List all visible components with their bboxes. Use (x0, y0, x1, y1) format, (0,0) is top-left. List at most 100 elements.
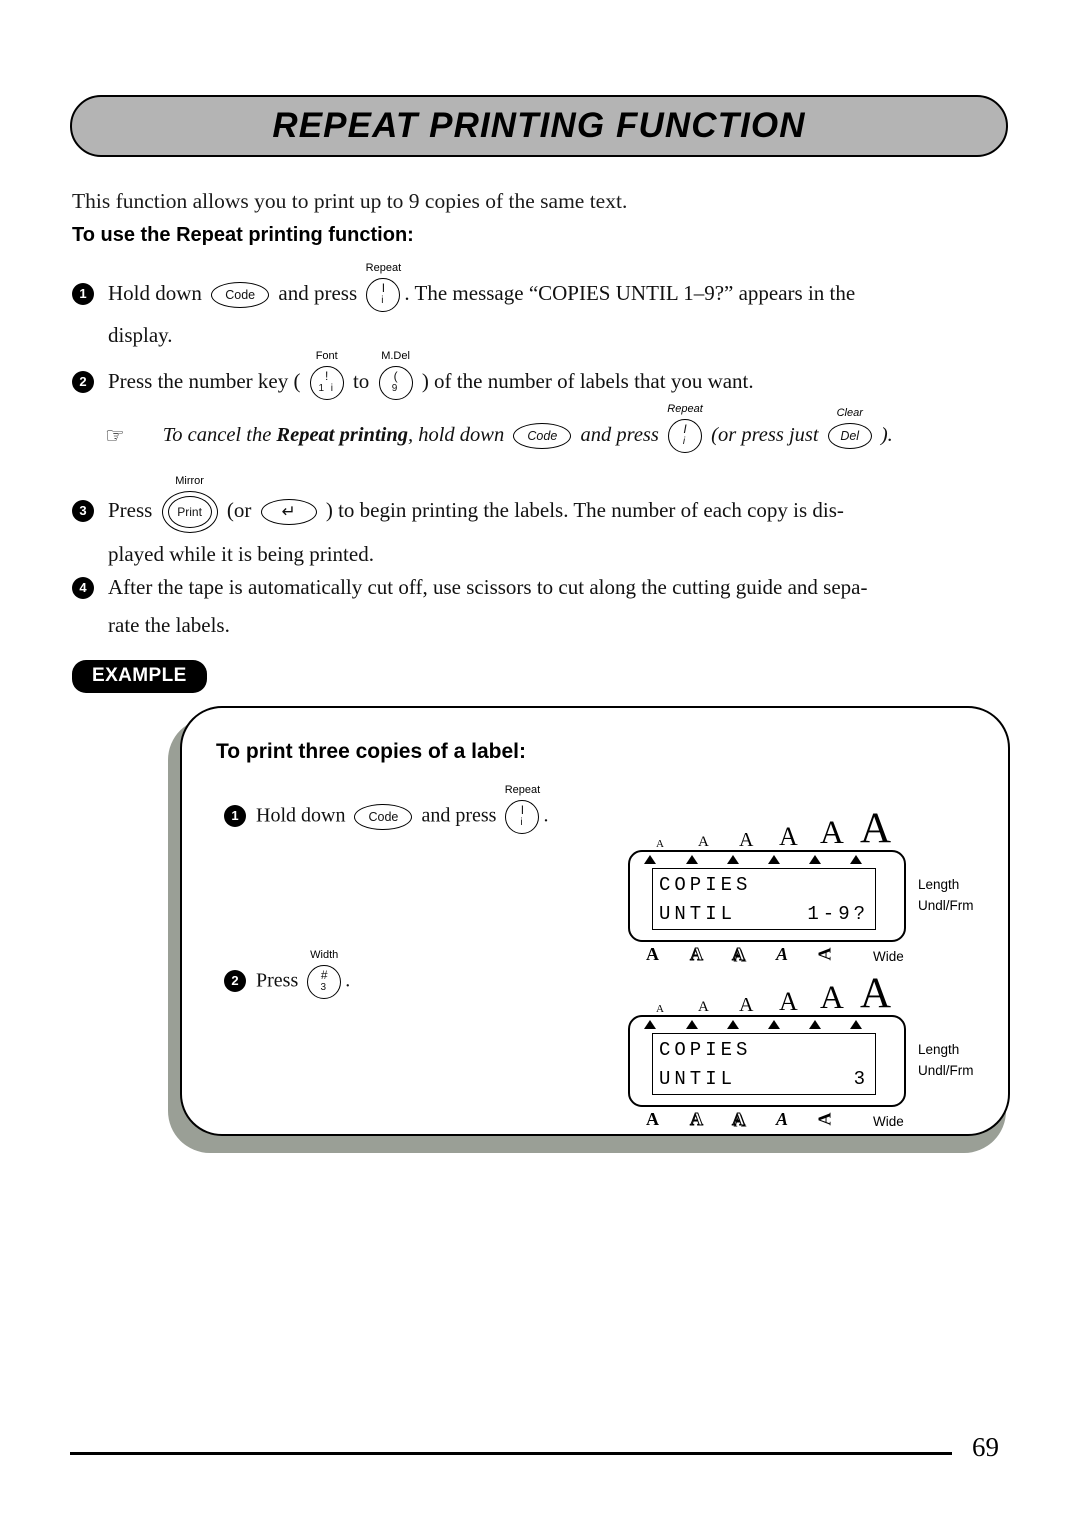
width-key[interactable]: Width #3 (307, 950, 342, 999)
del-key[interactable]: Clear Del (827, 408, 872, 450)
print-key-top-label: Mirror (175, 475, 204, 488)
lcd-1-arrow-row (630, 855, 904, 867)
lcd-1-shell: COPIES UNTIL 1-9? Length Undl/Frm (628, 850, 974, 942)
lcd-1-screen: COPIES UNTIL 1-9? (652, 868, 876, 930)
size-indicator-1: A (656, 838, 664, 850)
section-subheading: To use the Repeat printing function: (72, 224, 414, 246)
note-after-repeat: (or press just (706, 424, 824, 446)
lcd-2-line-1: COPIES (659, 1039, 752, 1061)
code-key-note[interactable]: Code (513, 423, 572, 450)
style-indicator-bold: A (646, 944, 659, 964)
instruction-step-1: 1 Hold down Code and press Repeat Ii. The … (72, 263, 1017, 356)
example-step-2-pre: Press (256, 969, 304, 992)
footer-rule (70, 1452, 952, 1455)
lcd-2-arrow-row (630, 1020, 904, 1032)
page-title: REPEAT PRINTING FUNCTION (272, 106, 806, 145)
lcd-1-label-length: Length (918, 877, 960, 892)
example-step-number-2: 2 (224, 969, 246, 992)
lcd-2-label-length: Length (918, 1042, 960, 1057)
lcd-arrow-4 (768, 855, 780, 864)
repeat-key-example[interactable]: Repeat Ii (505, 785, 540, 834)
note-after-code: and press (575, 424, 665, 446)
lcd-1-line-2-left: UNTIL (659, 903, 737, 925)
lcd-arrow-5 (809, 1020, 821, 1029)
step-1-continuation: display. (108, 323, 173, 347)
page-title-banner: REPEAT PRINTING FUNCTION (70, 95, 1008, 157)
lcd-arrow-1 (644, 1020, 656, 1029)
size-indicator-4: A (779, 987, 798, 1016)
example-step-2-post: . (345, 969, 351, 992)
font-key[interactable]: Font! 1 i (309, 351, 344, 401)
size-indicator-5: A (820, 980, 844, 1016)
step-number-3: 3 (72, 500, 94, 522)
lcd-display-2: A A A A A A COPIES UNTIL 3 Length Undl/Fr… (628, 971, 974, 1133)
example-step-number-1: 1 (224, 804, 246, 827)
lcd-2-right-labels: Length Undl/Frm (918, 1039, 974, 1081)
style-indicator-shadow: A (732, 944, 746, 965)
lcd-2-line-2: UNTIL 3 (659, 1065, 869, 1094)
del-key-top-label: Clear (836, 407, 863, 420)
example-step-1-pre: Hold down (256, 804, 351, 827)
size-indicator-3: A (739, 994, 754, 1016)
lcd-1-line-2-right: 1-9? (807, 903, 869, 925)
lcd-arrow-2 (686, 1020, 698, 1029)
lcd-2-label-undlfrm: Undl/Frm (918, 1063, 974, 1078)
lcd-arrow-3 (727, 1020, 739, 1029)
lcd-2-size-indicators: A A A A A A (642, 971, 910, 1015)
style-indicator-outline: A (690, 944, 704, 965)
step-1-text: Hold down Code and press Repeat Ii. The m… (108, 263, 855, 313)
print-key[interactable]: Mirror Print (161, 476, 218, 534)
example-step-1-post: . (543, 804, 549, 827)
page-number: 69 (972, 1432, 999, 1462)
lcd-display-1: A A A A A A COPIES UNTIL 1-9? Length Undl… (628, 805, 974, 968)
step-3-text: Press Mirror Print (or ↵ ) to begin print… (108, 476, 844, 534)
repeat-key[interactable]: Repeat Ii (366, 263, 401, 313)
size-indicator-3: A (739, 829, 754, 851)
lcd-2-bottom-indicators: A A A A A Wide (628, 1109, 906, 1133)
note-pre: To cancel the (162, 424, 277, 446)
intro-paragraph: This function allows you to print up to … (72, 189, 628, 213)
size-indicator-1: A (656, 1003, 664, 1015)
step-number-2: 2 (72, 371, 94, 393)
pointing-hand-icon: ☞ (105, 423, 125, 449)
step-4-continuation: rate the labels. (108, 613, 230, 637)
lcd-arrow-3 (727, 855, 739, 864)
lcd-2-line-2-left: UNTIL (659, 1068, 737, 1090)
lcd-1-right-labels: Length Undl/Frm (918, 874, 974, 916)
lcd-1-line-2: UNTIL 1-9? (659, 900, 869, 929)
cancel-note: ☞ To cancel the Repeat printing, hold dow… (105, 404, 1020, 454)
style-indicator-shadow: A (732, 1109, 746, 1130)
code-key-example[interactable]: Code (354, 804, 413, 830)
step-number-1: 1 (72, 283, 94, 305)
step-number-4: 4 (72, 577, 94, 599)
style-indicator-vertical: A (814, 947, 835, 961)
size-indicator-6: A (860, 805, 892, 852)
style-indicator-wide: Wide (873, 949, 904, 964)
lcd-2-screen: COPIES UNTIL 3 (652, 1033, 876, 1095)
lcd-arrow-4 (768, 1020, 780, 1029)
size-indicator-2: A (698, 999, 709, 1015)
lcd-2-shell: COPIES UNTIL 3 Length Undl/Frm (628, 1015, 974, 1107)
example-step-2: 2 Press Width #3. (224, 950, 351, 999)
example-badge: EXAMPLE (72, 660, 207, 693)
style-indicator-wide: Wide (873, 1114, 904, 1129)
lcd-arrow-6 (850, 1020, 862, 1029)
repeat-key-example-top-label: Repeat (504, 784, 541, 796)
size-indicator-2: A (698, 834, 709, 850)
instruction-step-2: 2 Press the number key ( Font! 1 i to M.De… (72, 351, 1017, 402)
code-key[interactable]: Code (211, 282, 270, 309)
instruction-step-4: 4 After the tape is automatically cut off… (72, 568, 1017, 644)
style-indicator-bold: A (646, 1109, 659, 1129)
lcd-arrow-5 (809, 855, 821, 864)
repeat-key-note[interactable]: Repeat Ii (667, 404, 703, 454)
lcd-arrow-6 (850, 855, 862, 864)
enter-key[interactable]: ↵ (260, 499, 317, 526)
instruction-step-3: 3 Press Mirror Print (or ↵ ) to begin prin… (72, 476, 1017, 575)
style-indicator-italic: A (776, 1109, 789, 1129)
example-step-1-mid: and press (416, 804, 502, 827)
lcd-1-bottom-indicators: A A A A A Wide (628, 944, 906, 968)
style-indicator-outline: A (690, 1109, 704, 1130)
font-key-top-label: Font (315, 350, 338, 363)
mdel-key[interactable]: M.Del(9 (378, 351, 413, 401)
mdel-key-top-label: M.Del (381, 350, 410, 363)
